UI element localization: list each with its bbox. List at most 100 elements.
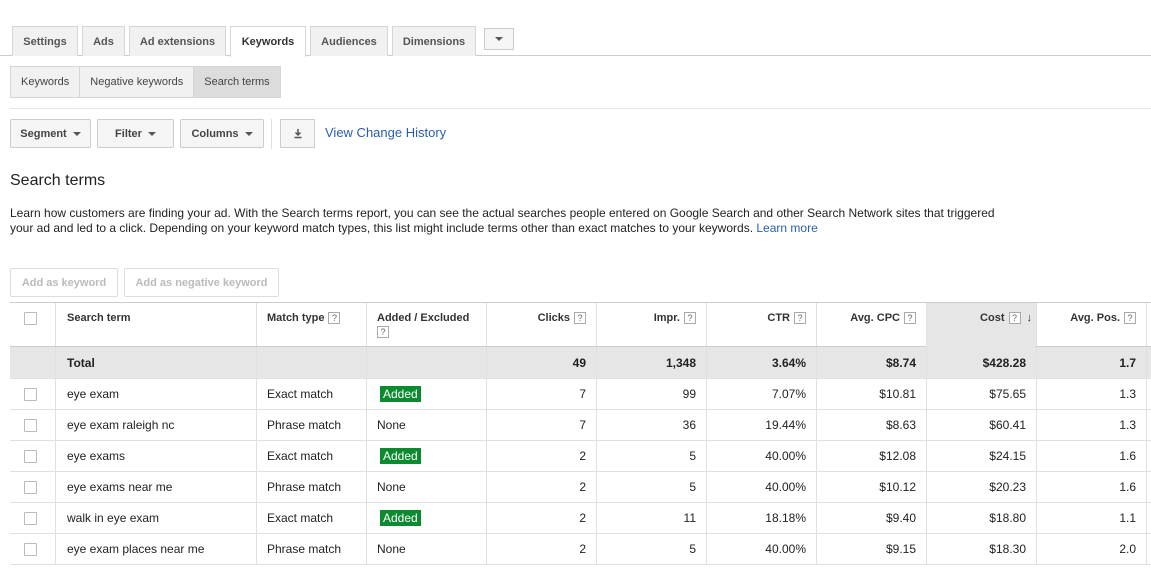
subtab-search-terms[interactable]: Search terms <box>194 67 280 97</box>
help-icon[interactable]: ? <box>328 312 341 324</box>
search-term-cell: eye exam raleigh nc <box>67 418 175 432</box>
table-row[interactable]: eye exam Exact match Added 7 99 7.07% $1… <box>10 379 1151 410</box>
impr-cell: 99 <box>682 387 696 401</box>
tab-keywords[interactable]: Keywords <box>230 26 306 57</box>
ctr-cell: 40.00% <box>765 449 806 463</box>
total-cost: $428.28 <box>982 355 1026 370</box>
chevron-down-icon <box>495 37 503 41</box>
help-icon[interactable]: ? <box>904 312 916 324</box>
table-row[interactable]: eye exams near me Phrase match None 2 5 … <box>10 472 1151 503</box>
added-badge: Added <box>380 510 421 526</box>
select-all-cell <box>24 303 37 346</box>
header-ctr[interactable]: CTR ? <box>716 303 806 346</box>
learn-more-link[interactable]: Learn more <box>756 221 817 235</box>
header-search-term[interactable]: Search term <box>67 303 131 346</box>
avg-pos-cell: 1.3 <box>1119 418 1136 432</box>
chevron-down-icon <box>244 131 253 136</box>
search-term-cell: walk in eye exam <box>67 511 160 525</box>
total-ctr: 3.64% <box>771 355 806 370</box>
search-term-cell: eye exams <box>67 449 126 463</box>
help-icon[interactable]: ? <box>794 312 806 324</box>
subtab-keywords[interactable]: Keywords <box>11 67 81 97</box>
tab-ad-extensions[interactable]: Ad extensions <box>129 26 226 56</box>
total-avg-cpc: $8.74 <box>885 355 916 370</box>
search-term-cell: eye exam <box>67 387 120 401</box>
download-icon <box>294 129 301 139</box>
table-row[interactable]: walk in eye exam Exact match Added 2 11 … <box>10 503 1151 534</box>
keyword-subtabs: Keywords Negative keywords Search terms <box>10 66 281 98</box>
help-icon[interactable]: ? <box>377 326 389 338</box>
header-avg-cpc[interactable]: Avg. CPC ? <box>826 303 916 346</box>
row-checkbox[interactable] <box>24 480 37 494</box>
header-label: Clicks <box>537 312 570 324</box>
impr-cell: 11 <box>683 511 696 525</box>
chevron-down-icon <box>147 131 156 136</box>
help-icon[interactable]: ? <box>1008 312 1021 324</box>
clicks-cell: 7 <box>579 387 586 401</box>
download-button[interactable] <box>280 119 315 148</box>
avg-cpc-cell: $12.08 <box>879 449 916 463</box>
avg-cpc-cell: $10.12 <box>879 480 916 494</box>
filter-button[interactable]: Filter <box>97 119 174 148</box>
avg-pos-cell: 1.6 <box>1119 449 1136 463</box>
header-impr[interactable]: Impr. ? <box>606 303 696 346</box>
header-label: Search term <box>67 312 131 324</box>
row-checkbox[interactable] <box>24 418 37 432</box>
search-term-cell: eye exam places near me <box>67 542 205 556</box>
add-as-negative-keyword-button[interactable]: Add as negative keyword <box>124 268 279 297</box>
header-label: Avg. CPC <box>850 312 900 324</box>
impr-cell: 5 <box>689 542 696 556</box>
match-type-cell: Phrase match <box>267 480 342 494</box>
header-label: Impr. <box>653 312 680 324</box>
page-title: Search terms <box>10 172 106 189</box>
segment-button[interactable]: Segment <box>10 119 91 148</box>
tab-settings[interactable]: Settings <box>12 26 78 56</box>
header-cost[interactable]: Cost ? ↓ <box>936 303 1032 346</box>
help-icon[interactable]: ? <box>1124 312 1136 324</box>
match-type-cell: Exact match <box>267 511 334 525</box>
row-checkbox[interactable] <box>24 387 37 401</box>
help-icon[interactable]: ? <box>574 312 586 324</box>
avg-cpc-cell: $10.81 <box>879 387 916 401</box>
subtab-negative-keywords[interactable]: Negative keywords <box>80 67 195 97</box>
impr-cell: 5 <box>689 480 696 494</box>
add-as-keyword-button[interactable]: Add as keyword <box>10 268 118 297</box>
help-icon[interactable]: ? <box>684 312 696 324</box>
clicks-cell: 2 <box>579 480 586 494</box>
header-label: CTR <box>767 312 790 324</box>
table-row[interactable]: eye exams Exact match Added 2 5 40.00% $… <box>10 441 1151 472</box>
header-label: Avg. Pos. <box>1070 312 1120 324</box>
cost-cell: $75.65 <box>989 387 1026 401</box>
search-term-cell: eye exams near me <box>67 480 173 494</box>
match-type-cell: Phrase match <box>267 542 342 556</box>
clicks-cell: 7 <box>579 418 586 432</box>
avg-pos-cell: 1.1 <box>1119 511 1136 525</box>
view-change-history-link[interactable]: View Change History <box>325 125 446 140</box>
header-added-excluded[interactable]: Added / Excluded ? <box>377 303 469 346</box>
avg-pos-cell: 1.6 <box>1119 480 1136 494</box>
row-checkbox[interactable] <box>24 449 37 463</box>
chevron-down-icon <box>72 131 81 136</box>
cost-cell: $20.23 <box>989 480 1026 494</box>
tab-audiences[interactable]: Audiences <box>310 26 388 56</box>
filter-label: Filter <box>115 127 142 140</box>
header-avg-pos[interactable]: Avg. Pos. ? <box>1046 303 1136 346</box>
columns-button[interactable]: Columns <box>180 119 264 148</box>
ctr-cell: 19.44% <box>765 418 806 432</box>
tab-ads[interactable]: Ads <box>82 26 125 56</box>
header-label: Match type <box>267 312 325 324</box>
header-match-type[interactable]: Match type ? <box>267 303 341 346</box>
select-all-checkbox[interactable] <box>24 312 37 325</box>
added-badge: Added <box>380 448 421 464</box>
row-checkbox[interactable] <box>24 511 37 525</box>
status-cell: None <box>377 542 406 556</box>
header-clicks[interactable]: Clicks ? <box>496 303 586 346</box>
header-label: Cost <box>980 312 1005 324</box>
status-cell: None <box>377 418 406 432</box>
tab-dimensions[interactable]: Dimensions <box>392 26 476 56</box>
more-tabs-dropdown[interactable] <box>484 28 514 50</box>
added-badge: Added <box>380 386 421 402</box>
row-checkbox[interactable] <box>24 542 37 556</box>
table-row[interactable]: eye exam places near me Phrase match Non… <box>10 534 1151 565</box>
table-row[interactable]: eye exam raleigh nc Phrase match None 7 … <box>10 410 1151 441</box>
